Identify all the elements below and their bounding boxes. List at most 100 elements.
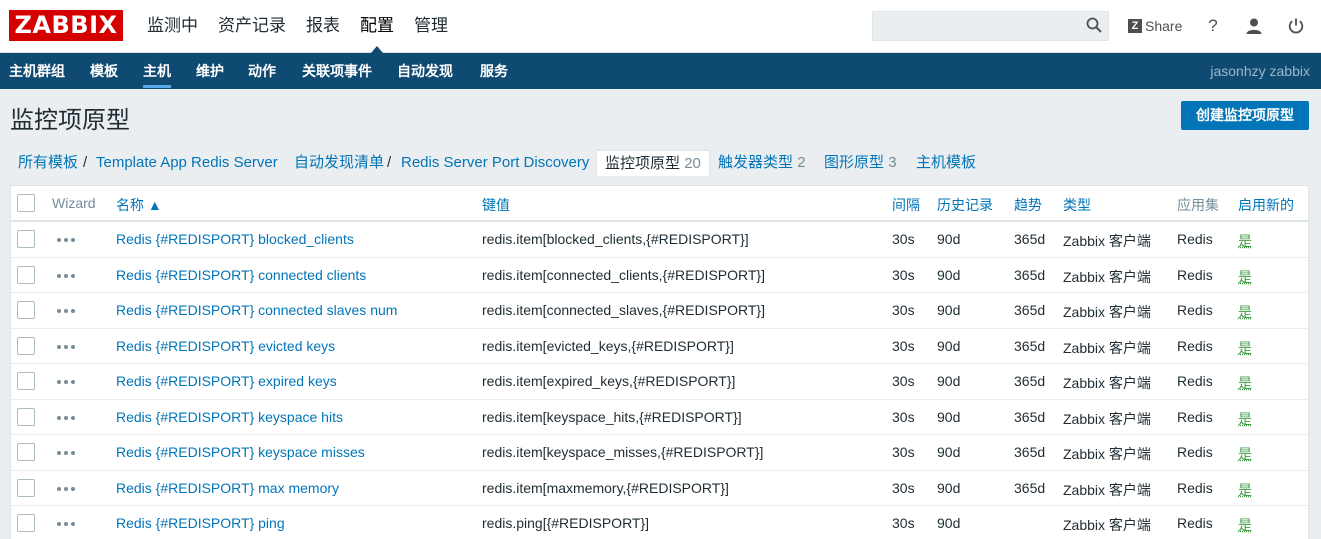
item-interval: 30s: [892, 444, 915, 460]
wizard-menu-icon[interactable]: [57, 304, 75, 318]
menu-inventory[interactable]: 资产记录: [208, 0, 296, 53]
item-interval: 30s: [892, 480, 915, 496]
subnav-hosts[interactable]: 主机: [143, 53, 171, 89]
create-enabled-toggle[interactable]: 是: [1238, 373, 1252, 393]
header-name-sort[interactable]: 名称 ▲: [116, 195, 162, 215]
header-create-enabled[interactable]: 启用新的: [1238, 195, 1294, 215]
wizard-menu-icon[interactable]: [57, 517, 75, 531]
menu-configuration[interactable]: 配置: [350, 0, 404, 53]
item-name-link[interactable]: Redis {#REDISPORT} expired keys: [116, 373, 337, 389]
create-enabled-toggle[interactable]: 是: [1238, 444, 1252, 464]
row-checkbox[interactable]: [17, 514, 35, 532]
search-icon[interactable]: [1086, 17, 1102, 33]
subnav-event-correlation[interactable]: 关联项事件: [302, 53, 372, 89]
row-checkbox[interactable]: [17, 301, 35, 319]
row-checkbox[interactable]: [17, 266, 35, 284]
user-profile-icon[interactable]: [1243, 15, 1265, 37]
wizard-menu-icon[interactable]: [57, 482, 75, 496]
item-application: Redis: [1177, 231, 1213, 247]
row-checkbox[interactable]: [17, 443, 35, 461]
header-key[interactable]: 键值: [482, 195, 510, 215]
breadcrumb-discovery-rule[interactable]: Redis Server Port Discovery: [401, 150, 589, 176]
header-history[interactable]: 历史记录: [937, 195, 993, 215]
menu-monitoring[interactable]: 监测中: [137, 0, 208, 53]
dot: [64, 274, 68, 278]
item-history: 90d: [937, 409, 960, 425]
header-type[interactable]: 类型: [1063, 195, 1091, 215]
search-input[interactable]: [872, 11, 1109, 41]
table-row: Redis {#REDISPORT} max memory redis.item[…: [11, 471, 1308, 507]
header-wizard: Wizard: [52, 195, 96, 211]
wizard-menu-icon[interactable]: [57, 446, 75, 460]
item-key: redis.item[connected_clients,{#REDISPORT…: [482, 267, 765, 283]
select-all-checkbox[interactable]: [17, 194, 35, 212]
wizard-menu-icon[interactable]: [57, 233, 75, 247]
user-icon: [1245, 17, 1263, 35]
header-interval[interactable]: 间隔: [892, 195, 920, 215]
dot: [71, 522, 75, 526]
subnav-maintenance[interactable]: 维护: [196, 53, 224, 89]
create-enabled-toggle[interactable]: 是: [1238, 302, 1252, 322]
row-checkbox[interactable]: [17, 337, 35, 355]
breadcrumb-template[interactable]: Template App Redis Server: [96, 150, 278, 176]
zabbix-share-icon: Z: [1128, 19, 1142, 33]
wizard-menu-icon[interactable]: [57, 340, 75, 354]
row-checkbox[interactable]: [17, 479, 35, 497]
create-enabled-toggle[interactable]: 是: [1238, 231, 1252, 251]
row-checkbox[interactable]: [17, 408, 35, 426]
item-history: 90d: [937, 515, 960, 531]
item-name-link[interactable]: Redis {#REDISPORT} connected clients: [116, 267, 366, 283]
create-enabled-toggle[interactable]: 是: [1238, 409, 1252, 429]
subnav-actions[interactable]: 动作: [248, 53, 276, 89]
create-item-prototype-button[interactable]: 创建监控项原型: [1181, 101, 1309, 130]
table-row: Redis {#REDISPORT} keyspace hits redis.it…: [11, 400, 1308, 436]
dot: [71, 451, 75, 455]
tab-label: 主机模板: [916, 154, 976, 171]
main-menu: 监测中 资产记录 报表 配置 管理: [137, 0, 458, 53]
subnav-discovery[interactable]: 自动发现: [397, 53, 453, 89]
item-name-link[interactable]: Redis {#REDISPORT} connected slaves num: [116, 302, 397, 318]
subnav-services[interactable]: 服务: [480, 53, 508, 89]
dot: [64, 238, 68, 242]
wizard-menu-icon[interactable]: [57, 269, 75, 283]
create-enabled-toggle[interactable]: 是: [1238, 515, 1252, 535]
breadcrumb-discovery-list[interactable]: 自动发现清单: [294, 150, 384, 176]
sign-out-icon[interactable]: [1285, 15, 1307, 37]
wizard-menu-icon[interactable]: [57, 375, 75, 389]
dot: [64, 522, 68, 526]
item-trends: 365d: [1014, 409, 1045, 425]
share-button[interactable]: Z Share: [1128, 15, 1182, 37]
item-name-link[interactable]: Redis {#REDISPORT} blocked_clients: [116, 231, 354, 247]
help-icon[interactable]: ?: [1202, 15, 1224, 37]
table-row: Redis {#REDISPORT} ping redis.ping[{#REDI…: [11, 506, 1308, 539]
item-name-link[interactable]: Redis {#REDISPORT} evicted keys: [116, 338, 335, 354]
create-enabled-toggle[interactable]: 是: [1238, 480, 1252, 500]
tab-item-prototypes[interactable]: 监控项原型 20: [596, 150, 710, 176]
menu-reports[interactable]: 报表: [296, 0, 350, 53]
breadcrumb-all-templates[interactable]: 所有模板: [18, 150, 78, 176]
item-name-link[interactable]: Redis {#REDISPORT} ping: [116, 515, 285, 531]
tab-host-prototypes[interactable]: 主机模板: [916, 150, 976, 176]
row-checkbox[interactable]: [17, 372, 35, 390]
tab-label: 触发器类型: [718, 154, 793, 171]
header-trends[interactable]: 趋势: [1014, 195, 1042, 215]
zabbix-logo[interactable]: ZABBIX: [9, 10, 123, 41]
subnav-templates[interactable]: 模板: [90, 53, 118, 89]
menu-administration[interactable]: 管理: [404, 0, 458, 53]
row-checkbox[interactable]: [17, 230, 35, 248]
item-name-link[interactable]: Redis {#REDISPORT} max memory: [116, 480, 339, 496]
create-enabled-toggle[interactable]: 是: [1238, 267, 1252, 287]
dot: [71, 274, 75, 278]
item-key: redis.item[expired_keys,{#REDISPORT}]: [482, 373, 735, 389]
item-application: Redis: [1177, 267, 1213, 283]
dot: [57, 345, 61, 349]
create-enabled-toggle[interactable]: 是: [1238, 338, 1252, 358]
tab-count: 20: [684, 155, 701, 172]
item-interval: 30s: [892, 373, 915, 389]
item-name-link[interactable]: Redis {#REDISPORT} keyspace misses: [116, 444, 365, 460]
item-name-link[interactable]: Redis {#REDISPORT} keyspace hits: [116, 409, 343, 425]
tab-graph-prototypes[interactable]: 图形原型 3: [824, 150, 897, 176]
subnav-host-groups[interactable]: 主机群组: [9, 53, 65, 89]
tab-trigger-prototypes[interactable]: 触发器类型 2: [718, 150, 806, 176]
wizard-menu-icon[interactable]: [57, 411, 75, 425]
